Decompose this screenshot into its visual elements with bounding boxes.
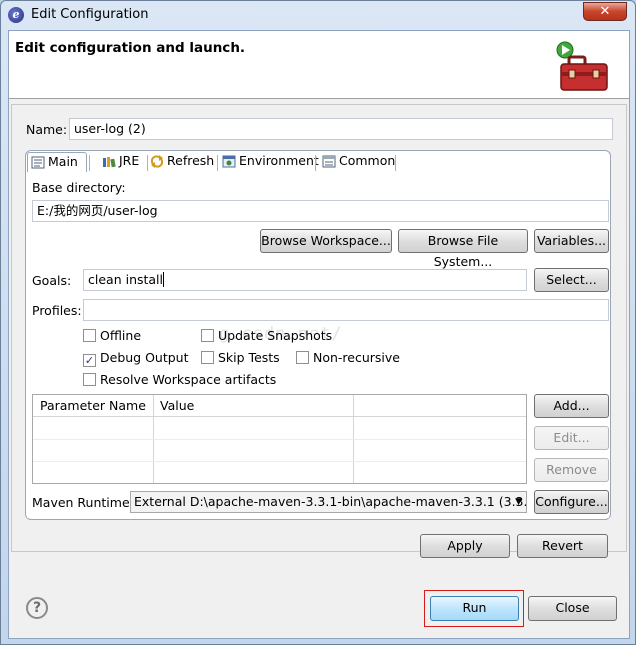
common-icon [322,155,336,168]
tab-common-label: Common [339,153,396,168]
close-button[interactable]: Close [528,596,617,621]
run-button[interactable]: Run [430,596,519,621]
checkbox-box[interactable] [201,351,214,364]
environment-icon [222,155,236,168]
column-header-parameter-name[interactable]: Parameter Name [40,398,146,413]
profiles-field[interactable] [83,299,609,321]
title-bar[interactable]: e Edit Configuration ✕ [1,1,635,29]
tab-refresh-label: Refresh [167,153,215,168]
non-recursive-label: Non-recursive [313,350,400,365]
help-icon[interactable]: ? [26,597,48,619]
tab-main-label: Main [48,154,78,169]
tab-environment-label: Environment [239,153,319,168]
skip-tests-label: Skip Tests [218,350,280,365]
update-snapshots-checkbox[interactable]: Update Snapshots [201,328,332,343]
dialog-client-area: Edit configuration and launch. Name: use… [8,30,630,639]
tab-common[interactable]: Common [319,152,395,172]
offline-checkbox[interactable]: Offline [83,328,141,343]
tab-main[interactable]: Main [27,152,87,172]
goals-label: Goals: [32,273,72,288]
tab-separator [89,155,90,171]
dropdown-arrow-icon[interactable]: ▼ [515,492,522,512]
profiles-label: Profiles: [32,303,82,318]
maven-runtime-label: Maven Runtime: [32,495,134,510]
dialog-header: Edit configuration and launch. [9,31,629,99]
tab-jre-label: JRE [119,153,140,168]
goals-value: clean install [88,272,164,287]
update-snapshots-label: Update Snapshots [218,328,333,343]
variables-button[interactable]: Variables... [534,229,609,253]
configure-runtime-button[interactable]: Configure... [534,490,609,514]
select-goals-button[interactable]: Select... [534,268,609,292]
add-parameter-button[interactable]: Add... [534,394,609,418]
browse-workspace-button[interactable]: Browse Workspace... [260,229,392,253]
text-caret [163,272,165,287]
debug-output-checkbox[interactable]: ✓ Debug Output [83,350,189,367]
name-field[interactable]: user-log (2) [69,118,613,140]
row-divider [33,461,526,462]
skip-tests-checkbox[interactable]: Skip Tests [201,350,280,365]
main-tab-icon [31,156,45,169]
maven-runtime-dropdown[interactable]: External D:\apache-maven-3.3.1-bin\apach… [130,491,527,513]
checkbox-box[interactable] [83,373,96,386]
resolve-workspace-checkbox[interactable]: Resolve Workspace artifacts [83,372,276,387]
checkbox-box[interactable] [201,329,214,342]
window-title: Edit Configuration [31,7,149,22]
apply-button[interactable]: Apply [420,534,510,558]
window-close-button[interactable]: ✕ [583,2,627,21]
goals-field[interactable]: clean install [83,269,527,291]
browse-file-system-button[interactable]: Browse File System... [398,229,528,269]
column-header-value[interactable]: Value [160,398,194,413]
row-divider [33,439,526,440]
refresh-icon [150,155,164,168]
tab-separator [315,155,316,171]
edit-configuration-window: e Edit Configuration ✕ Edit configuratio… [0,0,636,645]
checkbox-box[interactable] [83,329,96,342]
non-recursive-checkbox[interactable]: Non-recursive [296,350,400,365]
checkmark-icon[interactable]: ✓ [83,354,96,367]
resolve-workspace-label: Resolve Workspace artifacts [100,372,277,387]
edit-parameter-button[interactable]: Edit... [534,426,609,450]
checkbox-box[interactable] [296,351,309,364]
name-label: Name: [26,122,68,137]
tab-separator [395,155,396,171]
base-directory-label: Base directory: [32,180,126,195]
offline-label: Offline [100,328,142,343]
table-header: Parameter Name Value [33,395,526,417]
base-directory-field[interactable]: E:/我的网页/user-log [32,200,609,222]
jre-books-icon [103,157,116,168]
parameter-table[interactable]: Parameter Name Value [32,394,527,484]
tab-refresh[interactable]: Refresh [147,152,217,172]
launch-toolbox-icon [556,41,608,91]
tab-separator [217,155,218,171]
tab-jre[interactable]: JRE [99,152,147,172]
maven-runtime-value: External D:\apache-maven-3.3.1-bin\apach… [134,494,527,509]
revert-button[interactable]: Revert [517,534,608,558]
header-title: Edit configuration and launch. [15,40,246,56]
remove-parameter-button[interactable]: Remove [534,458,609,482]
debug-output-label: Debug Output [100,350,189,365]
eclipse-app-icon: e [8,7,24,23]
tab-environment[interactable]: Environment [219,152,319,172]
